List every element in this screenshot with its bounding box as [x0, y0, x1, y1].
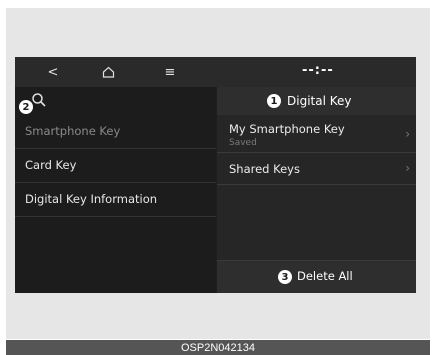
status-bar: < ≡ --:-- — [15, 57, 416, 87]
home-icon — [102, 66, 114, 78]
callout-2: 2 — [19, 100, 33, 114]
menu-item-card-key[interactable]: Card Key — [15, 149, 216, 183]
search-icon — [32, 93, 46, 107]
chevron-right-icon: › — [405, 161, 410, 175]
delete-all-label: Delete All — [297, 269, 353, 283]
clock: --:-- — [302, 63, 334, 78]
left-panel: 2 Smartphone Key Card Key Digital Key In… — [15, 87, 216, 293]
menu-icon: ≡ — [164, 64, 176, 80]
search-button[interactable]: 2 — [15, 87, 216, 115]
figure-caption: OSP2N042134 — [6, 340, 430, 355]
list-item-label: My Smartphone Key — [229, 122, 345, 136]
panel-title: Digital Key — [287, 94, 352, 108]
list-item-status: Saved — [229, 138, 257, 148]
list-item-label: Shared Keys — [229, 162, 300, 176]
menu-item-label: Card Key — [25, 158, 77, 172]
back-icon: < — [47, 64, 59, 80]
callout-3: 3 — [278, 270, 292, 284]
list-item-my-smartphone-key[interactable]: My Smartphone Key Saved › — [217, 115, 416, 153]
chevron-right-icon: › — [405, 127, 410, 141]
right-panel: 1 Digital Key My Smartphone Key Saved › … — [217, 87, 416, 293]
menu-item-label: Digital Key Information — [25, 192, 158, 206]
delete-all-button[interactable]: 3 Delete All — [217, 260, 416, 293]
callout-1: 1 — [267, 94, 281, 108]
home-button[interactable] — [97, 62, 119, 82]
menu-item-digital-key-information[interactable]: Digital Key Information — [15, 183, 216, 217]
menu-item-smartphone-key[interactable]: Smartphone Key — [15, 115, 216, 149]
infotainment-screen: < ≡ --:-- 2 Smartphone Key Card Key Digi… — [15, 57, 416, 293]
menu-button[interactable]: ≡ — [160, 62, 180, 82]
menu-item-label: Smartphone Key — [25, 124, 121, 138]
back-button[interactable]: < — [43, 62, 63, 82]
list-item-shared-keys[interactable]: Shared Keys › — [217, 153, 416, 185]
panel-title-bar: 1 Digital Key — [217, 87, 416, 115]
